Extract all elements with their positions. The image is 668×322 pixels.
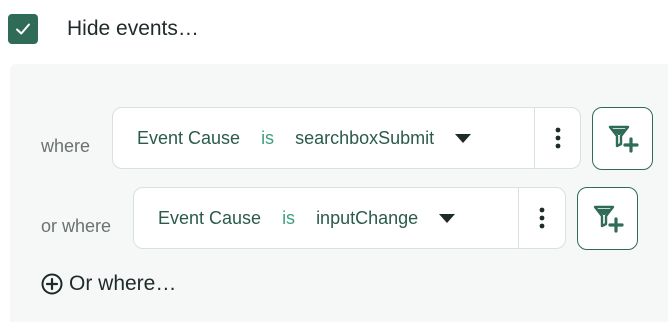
condition-row[interactable]: Event Cause is searchboxSubmit (112, 107, 581, 169)
add-filter-button[interactable] (592, 107, 653, 170)
kebab-menu-icon (555, 127, 561, 149)
add-filter-button[interactable] (577, 187, 638, 250)
add-or-where-label: Or where… (69, 272, 177, 295)
kebab-menu-icon (539, 207, 545, 229)
condition-row[interactable]: Event Cause is inputChange (133, 187, 566, 249)
condition-menu-button[interactable] (535, 108, 581, 168)
caret-down-icon[interactable] (439, 213, 456, 223)
plus-circle-icon (41, 273, 63, 295)
hide-events-label: Hide events… (67, 17, 199, 40)
filter-add-icon (608, 125, 639, 153)
condition-menu-button[interactable] (519, 188, 565, 248)
check-icon (16, 23, 30, 35)
condition-value[interactable]: searchboxSubmit (295, 128, 434, 149)
condition-operator[interactable]: is (282, 208, 295, 229)
caret-down-icon[interactable] (455, 133, 472, 143)
hide-events-row[interactable]: Hide events… (8, 14, 199, 44)
add-or-where-button[interactable]: Or where… (41, 272, 176, 296)
condition-operator[interactable]: is (261, 128, 274, 149)
filter-add-icon (593, 205, 624, 233)
or-where-label: or where (41, 216, 112, 236)
hide-events-checkbox[interactable] (8, 14, 38, 44)
condition-value[interactable]: inputChange (316, 208, 418, 229)
condition-field[interactable]: Event Cause (158, 208, 261, 229)
condition-field[interactable]: Event Cause (137, 128, 240, 149)
where-label: where (41, 136, 91, 156)
